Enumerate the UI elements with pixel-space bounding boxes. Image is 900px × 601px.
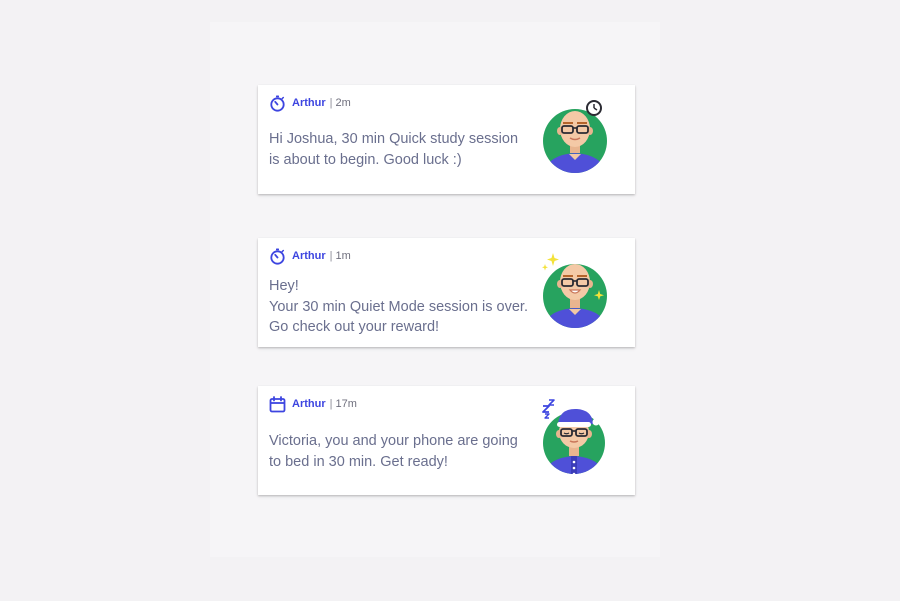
message-line: to bed in 30 min. Get ready! [269, 453, 448, 470]
message-line: Hey! [269, 278, 299, 294]
timestamp: 2m [335, 97, 351, 109]
sender-name: Arthur [292, 250, 326, 262]
notification-card[interactable]: Arthur | 1m Hey! Your 30 min Quiet Mode … [258, 238, 635, 347]
notification-message: Hey! Your 30 min Quiet Mode session is o… [269, 276, 549, 338]
stopwatch-icon [269, 248, 286, 265]
arthur-sleeping-avatar [541, 398, 621, 478]
notification-card[interactable]: Arthur | 2m Hi Joshua, 30 min Quick stud… [258, 85, 635, 194]
notification-header: Arthur | 1m [269, 247, 351, 265]
separator: | [329, 250, 333, 262]
separator: | [329, 398, 333, 410]
calendar-icon [269, 395, 286, 413]
notification-message: Victoria, you and your phone are going t… [269, 431, 549, 472]
notification-header: Arthur | 2m [269, 94, 351, 112]
notification-message: Hi Joshua, 30 min Quick study session is… [269, 129, 549, 170]
message-line: Your 30 min Quiet Mode session is over. [269, 298, 528, 315]
message-line: Victoria, you and your phone are going [269, 433, 518, 449]
sender-name: Arthur [292, 97, 326, 109]
sender-name: Arthur [292, 398, 326, 410]
stopwatch-icon [269, 95, 286, 112]
message-line: Go check out your reward! [269, 319, 440, 335]
notification-header: Arthur | 17m [269, 395, 357, 413]
timestamp: 17m [335, 398, 357, 410]
separator: | [329, 97, 333, 109]
message-line: is about to begin. Good luck :) [269, 151, 462, 168]
message-line: Hi Joshua, 30 min Quick study session [269, 131, 519, 147]
arthur-clock-avatar [541, 97, 621, 177]
arthur-sparkle-avatar [541, 250, 621, 330]
timestamp: 1m [335, 250, 351, 262]
notification-card[interactable]: Arthur | 17m Victoria, you and your phon… [258, 386, 635, 495]
